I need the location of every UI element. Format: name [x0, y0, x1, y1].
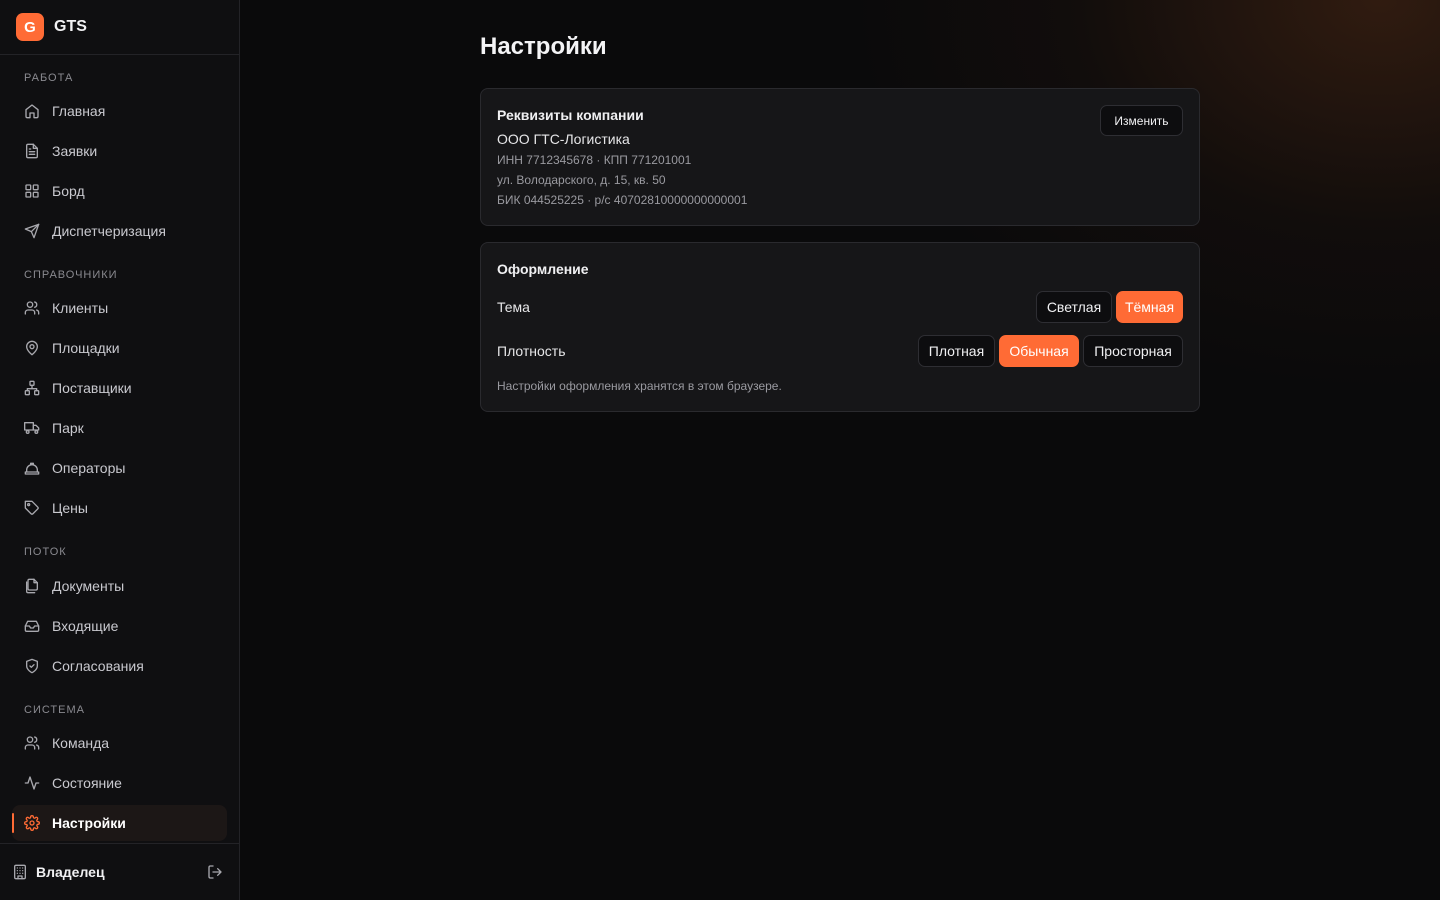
company-bank: БИК 044525225 · р/с 40702810000000000001	[497, 193, 748, 207]
density-compact-button[interactable]: Плотная	[918, 335, 995, 367]
sidebar-item-label: Главная	[52, 103, 106, 119]
activity-icon	[24, 775, 40, 791]
sidebar-item-label: Настройки	[52, 815, 126, 831]
section-label-flow: ПОТОК	[24, 546, 67, 558]
map-pin-icon	[24, 340, 40, 356]
files-icon	[24, 578, 40, 594]
sidebar-item-fleet[interactable]: Парк	[12, 410, 227, 446]
sidebar-item-label: Входящие	[52, 618, 119, 634]
brand[interactable]: G GTS	[0, 0, 239, 55]
sidebar-item-label: Цены	[52, 500, 88, 516]
inbox-icon	[24, 618, 40, 634]
sidebar-item-operators[interactable]: Операторы	[12, 450, 227, 486]
sidebar-item-prices[interactable]: Цены	[12, 490, 227, 526]
gear-icon	[24, 815, 40, 831]
sidebar-item-label: Борд	[52, 183, 85, 199]
company-inn-kpp: ИНН 7712345678 · КПП 771201001	[497, 153, 692, 167]
sidebar-item-suppliers[interactable]: Поставщики	[12, 370, 227, 406]
file-text-icon	[24, 143, 40, 159]
theme-light-button[interactable]: Светлая	[1036, 291, 1112, 323]
users-icon	[24, 300, 40, 316]
sidebar-item-team[interactable]: Команда	[12, 725, 227, 761]
logout-icon	[207, 864, 223, 880]
company-details-card: Реквизиты компании ООО ГТС-Логистика ИНН…	[480, 88, 1200, 226]
users-icon	[24, 735, 40, 751]
sidebar-item-approvals[interactable]: Согласования	[12, 648, 227, 684]
sidebar-item-label: Площадки	[52, 340, 120, 356]
appearance-card: Оформление Тема Светлая Тёмная Плотность…	[480, 242, 1200, 412]
density-normal-button[interactable]: Обычная	[999, 335, 1079, 367]
current-user-role[interactable]: Владелец	[36, 864, 203, 880]
hard-hat-icon	[24, 460, 40, 476]
appearance-hint: Настройки оформления хранятся в этом бра…	[497, 379, 782, 393]
sidebar-item-home[interactable]: Главная	[12, 93, 227, 129]
sidebar-item-board[interactable]: Борд	[12, 173, 227, 209]
sidebar-item-sites[interactable]: Площадки	[12, 330, 227, 366]
brand-logo: G	[16, 13, 44, 41]
edit-company-button[interactable]: Изменить	[1100, 105, 1183, 136]
sidebar-item-settings[interactable]: Настройки	[12, 805, 227, 841]
density-label: Плотность	[497, 343, 566, 359]
sidebar-item-label: Документы	[52, 578, 125, 594]
sidebar-item-label: Заявки	[52, 143, 98, 159]
company-address: ул. Володарского, д. 15, кв. 50	[497, 173, 666, 187]
grid-icon	[24, 183, 40, 199]
sidebar-item-label: Диспетчеризация	[52, 223, 166, 239]
network-icon	[24, 380, 40, 396]
brand-name: GTS	[54, 18, 87, 35]
app-root: G GTS РАБОТА Главная Заявки Борд Диспетч…	[0, 0, 1440, 900]
sidebar-item-inbox[interactable]: Входящие	[12, 608, 227, 644]
sidebar-item-label: Команда	[52, 735, 110, 751]
theme-label: Тема	[497, 299, 530, 315]
sidebar-item-requests[interactable]: Заявки	[12, 133, 227, 169]
company-name: ООО ГТС-Логистика	[497, 131, 630, 147]
sidebar-item-clients[interactable]: Клиенты	[12, 290, 227, 326]
page-title: Настройки	[480, 33, 607, 60]
sidebar-item-label: Парк	[52, 420, 84, 436]
sidebar: G GTS РАБОТА Главная Заявки Борд Диспетч…	[0, 0, 240, 900]
sidebar-item-dispatch[interactable]: Диспетчеризация	[12, 213, 227, 249]
truck-icon	[24, 420, 40, 436]
logout-button[interactable]	[203, 860, 227, 884]
appearance-card-title: Оформление	[497, 261, 589, 277]
tag-icon	[24, 500, 40, 516]
company-card-title: Реквизиты компании	[497, 107, 644, 123]
building-icon	[12, 864, 28, 880]
density-spacious-button[interactable]: Просторная	[1083, 335, 1183, 367]
theme-dark-button[interactable]: Тёмная	[1116, 291, 1183, 323]
sidebar-item-status[interactable]: Состояние	[12, 765, 227, 801]
section-label-directories: СПРАВОЧНИКИ	[24, 269, 118, 281]
sidebar-item-label: Согласования	[52, 658, 144, 674]
sidebar-item-label: Клиенты	[52, 300, 109, 316]
sidebar-item-label: Поставщики	[52, 380, 132, 396]
sidebar-item-documents[interactable]: Документы	[12, 568, 227, 604]
sidebar-item-label: Операторы	[52, 460, 126, 476]
send-icon	[24, 223, 40, 239]
section-label-work: РАБОТА	[24, 72, 74, 84]
section-label-system: СИСТЕМА	[24, 704, 85, 716]
shield-check-icon	[24, 658, 40, 674]
sidebar-footer: Владелец	[0, 843, 239, 900]
sidebar-item-label: Состояние	[52, 775, 122, 791]
home-icon	[24, 103, 40, 119]
